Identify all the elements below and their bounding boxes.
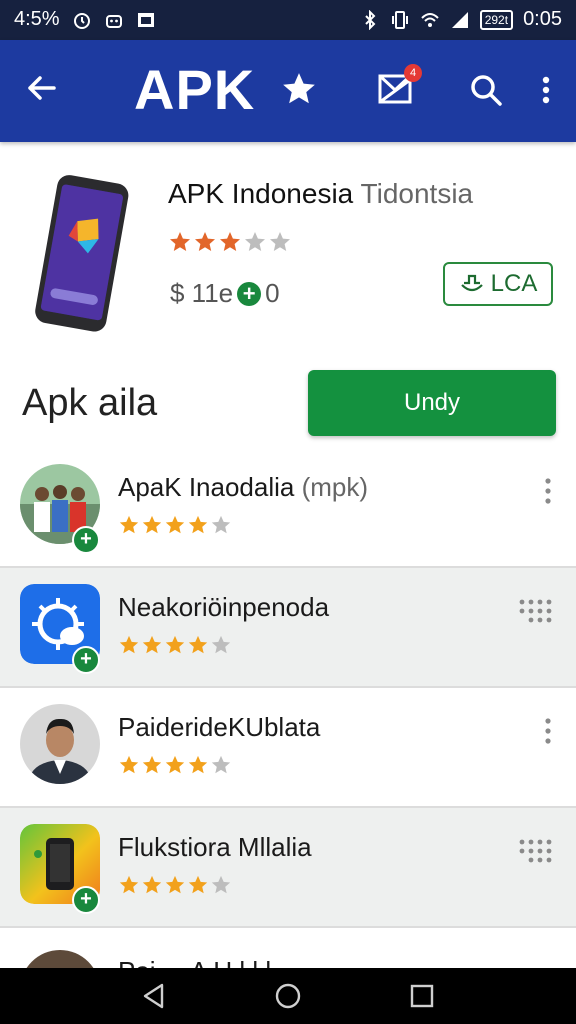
list-item-rating	[118, 634, 232, 656]
image-icon	[137, 12, 154, 27]
price-suffix: 0	[265, 278, 280, 308]
nav-home-icon[interactable]	[274, 982, 302, 1010]
app-name-text: APK Indonesia	[168, 178, 354, 209]
list-item-title: Flukstiora Mllalia	[118, 832, 312, 863]
star-icon[interactable]	[280, 70, 318, 108]
vibrate-icon	[391, 10, 408, 29]
app-name-suffix: Tidontsia	[360, 178, 474, 209]
nav-recents-icon[interactable]	[408, 982, 436, 1010]
add-icon[interactable]: +	[72, 646, 100, 674]
status-left: 4:5%	[14, 8, 156, 31]
list-item[interactable]: + Neakoriöinpenoda	[0, 568, 576, 688]
drag-handle-icon[interactable]	[518, 598, 554, 624]
star-empty-icon	[211, 515, 231, 534]
section-title: Apk aila	[22, 382, 158, 424]
nav-back-icon[interactable]	[140, 982, 168, 1010]
star-filled-icon	[170, 232, 190, 251]
bot-icon	[105, 14, 122, 28]
star-filled-icon	[165, 875, 185, 894]
list-item-title: Neakoriöinpenoda	[118, 592, 329, 623]
star-filled-icon	[142, 875, 162, 894]
system-nav-bar	[0, 968, 576, 1024]
star-empty-icon	[211, 635, 231, 654]
search-icon[interactable]	[468, 72, 504, 108]
wifi-icon	[420, 12, 439, 27]
list-item-title: PaiderideKUblata	[118, 712, 320, 743]
star-filled-icon	[142, 635, 162, 654]
plus-icon: +	[237, 281, 262, 306]
notification-badge: 4	[404, 64, 422, 82]
app-name: APK Indonesia Tidontsia	[168, 178, 473, 210]
bluetooth-icon	[364, 9, 376, 30]
add-icon[interactable]: +	[72, 886, 100, 914]
star-filled-icon	[188, 755, 208, 774]
undy-button[interactable]: Undy	[308, 370, 556, 436]
star-filled-icon	[119, 515, 139, 534]
list-item-title-text: PaiderideKUblata	[118, 712, 321, 742]
app-rating	[168, 230, 292, 254]
star-empty-icon	[211, 875, 231, 894]
lca-button-label: LCA	[490, 270, 538, 297]
star-empty-icon	[245, 232, 265, 251]
star-filled-icon	[165, 635, 185, 654]
list-item[interactable]: + Flukstiora Mllalia	[0, 808, 576, 928]
status-right: 292t 0:05	[360, 8, 562, 31]
star-filled-icon	[188, 515, 208, 534]
star-filled-icon	[142, 755, 162, 774]
app-title: APK	[134, 58, 256, 121]
featured-app-card[interactable]: APK Indonesia Tidontsia $ 11e + 0 LCA	[0, 150, 576, 350]
star-filled-icon	[195, 232, 215, 251]
star-filled-icon	[188, 635, 208, 654]
app-phone-image	[35, 175, 129, 332]
list-item-rating	[118, 754, 232, 776]
list-item[interactable]: PaiderideKUblata	[0, 688, 576, 808]
star-empty-icon	[270, 232, 290, 251]
status-time: 0:05	[523, 8, 562, 30]
star-filled-icon	[165, 515, 185, 534]
star-filled-icon	[188, 875, 208, 894]
status-bar: 4:5% 292t 0:05	[0, 0, 576, 40]
app-bar: APK 4	[0, 40, 576, 142]
app-list: + ApaK Inaodalia (mpk) + Neakoriöinpenod…	[0, 448, 576, 928]
download-hand-icon	[460, 274, 483, 292]
battery-icon: 292t	[479, 9, 514, 30]
battery-percent: 4:5%	[14, 8, 60, 30]
more-vert-icon[interactable]	[538, 716, 558, 746]
partial-item-title: Pai ... A U l l l	[118, 956, 271, 968]
signal-icon	[451, 11, 468, 28]
price-prefix: $ 11e	[170, 278, 234, 308]
star-filled-icon	[220, 232, 240, 251]
more-vert-icon[interactable]	[534, 72, 558, 108]
list-item-title-suffix: (mpk)	[301, 472, 369, 502]
list-item-partial[interactable]: Pai ... A U l l l	[0, 928, 576, 968]
star-empty-icon	[211, 755, 231, 774]
star-filled-icon	[165, 755, 185, 774]
star-filled-icon	[142, 515, 162, 534]
lca-button[interactable]: LCA	[443, 262, 553, 306]
list-item[interactable]: + ApaK Inaodalia (mpk)	[0, 448, 576, 568]
add-icon[interactable]: +	[72, 526, 100, 554]
app-price: $ 11e + 0	[170, 278, 280, 309]
list-item-title-text: ApaK Inaodalia	[118, 472, 295, 502]
drag-handle-icon[interactable]	[518, 838, 554, 864]
star-filled-icon	[119, 875, 139, 894]
star-filled-icon	[119, 635, 139, 654]
list-item-rating	[118, 514, 232, 536]
alarm-icon	[73, 12, 90, 29]
back-arrow-icon[interactable]	[24, 70, 60, 106]
more-vert-icon[interactable]	[538, 476, 558, 506]
list-item-title-text: Flukstiora Mllalia	[118, 832, 312, 862]
person-photo-avatar	[20, 704, 100, 784]
list-item-rating	[118, 874, 232, 896]
list-item-title: ApaK Inaodalia (mpk)	[118, 472, 368, 503]
list-item-title-text: Neakoriöinpenoda	[118, 592, 330, 622]
partial-avatar	[26, 950, 94, 968]
star-filled-icon	[119, 755, 139, 774]
